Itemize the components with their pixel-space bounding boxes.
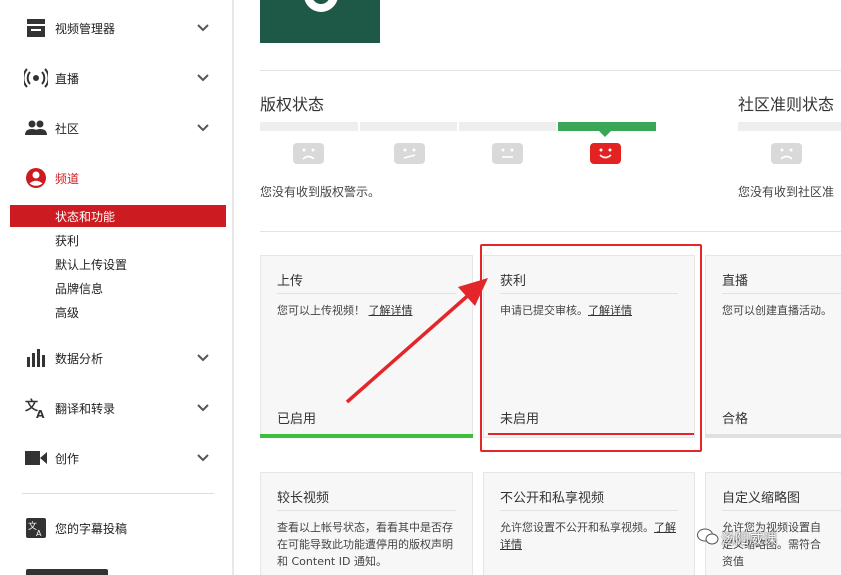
annotation-arrow-icon [345,278,488,404]
wechat-icon [697,528,719,545]
page: 视频管理器 直播 社区 频道 状态和功能 获利 默认上传设置 品牌信息 高级 数… [0,0,841,575]
